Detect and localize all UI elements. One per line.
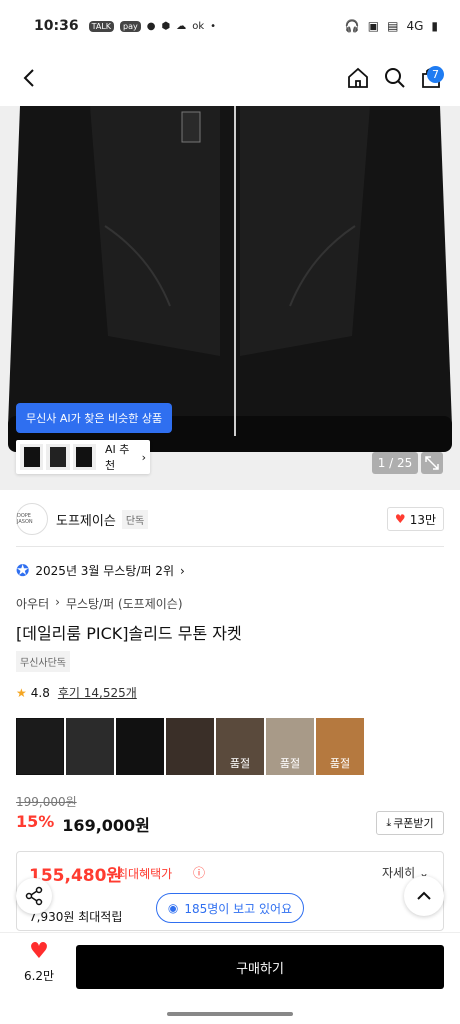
- brand-like-count: 13만: [409, 512, 436, 527]
- home-indicator: [167, 1012, 293, 1016]
- discount-rate: 15%: [16, 812, 55, 831]
- eye-icon: ◉: [167, 901, 179, 915]
- product-title: [데일리룸 PICK]솔리드 무톤 자켓: [16, 624, 242, 643]
- color-option[interactable]: [66, 718, 114, 775]
- cart-count-badge: 7: [427, 66, 444, 83]
- rank-text: 2025년 3월 무스탕/퍼 2위: [35, 564, 174, 578]
- scroll-top-button[interactable]: [404, 876, 444, 916]
- search-icon[interactable]: [383, 66, 407, 90]
- dot-icon: •: [210, 20, 217, 32]
- battery-icon: ▮: [431, 19, 438, 33]
- ai-recommend-button[interactable]: AI 추천 ›: [16, 440, 150, 474]
- wallet-icon: ●: [146, 20, 156, 32]
- home-icon[interactable]: [346, 66, 370, 90]
- ai-recommend-label: AI 추천: [105, 443, 130, 472]
- headphones-icon: 🎧: [344, 19, 360, 33]
- divider: [16, 546, 444, 547]
- musinsa-exclusive-badge: 무신사단독: [16, 651, 70, 672]
- breadcrumb: 아우터 › 무스탕/퍼 (도프제이슨): [16, 595, 183, 612]
- viewers-text: 185명이 보고 있어요: [184, 901, 293, 916]
- chevron-right-icon: ›: [55, 595, 60, 609]
- favorite-count: 6.2만: [23, 969, 55, 983]
- ranking-link[interactable]: ✪ 2025년 3월 무스탕/퍼 2위 ›: [16, 561, 185, 580]
- download-icon: ⤓: [386, 816, 392, 829]
- chevron-right-icon: ›: [179, 563, 185, 578]
- chevron-up-icon: [417, 891, 431, 900]
- rating-value: 4.8: [30, 685, 50, 700]
- max-benefit-label: 최대혜택가: [117, 867, 173, 881]
- expand-icon[interactable]: [421, 452, 443, 474]
- buy-button[interactable]: 구매하기: [76, 945, 444, 989]
- star-icon: ★: [16, 685, 27, 700]
- product-image-carousel[interactable]: 무신사 AI가 찾은 비슷한 상품 AI 추천 › 1 / 25: [0, 106, 460, 490]
- color-option[interactable]: [116, 718, 164, 775]
- color-option[interactable]: 품절: [316, 718, 364, 775]
- brand-row[interactable]: DOPE JASON 도프제이슨 단독 ♥ 13만: [16, 500, 444, 538]
- review-link[interactable]: 후기 14,525개: [58, 684, 137, 701]
- status-bar: 10:36 TALK pay ● ⬢ ☁ ok • 🎧 ▣ ▤ 4G ▮: [0, 0, 460, 52]
- image-counter: 1 / 25: [372, 452, 418, 474]
- nfc-icon: ▣: [367, 19, 380, 33]
- color-option[interactable]: 품절: [266, 718, 314, 775]
- viewers-badge: ◉ 185명이 보고 있어요: [156, 893, 304, 923]
- ai-similar-tooltip: 무신사 AI가 찾은 비슷한 상품: [16, 403, 173, 433]
- breadcrumb-item[interactable]: 아우터: [16, 595, 49, 612]
- network-label: 4G: [406, 19, 424, 33]
- info-icon[interactable]: ⓘ: [193, 864, 205, 881]
- original-price: 199,000원: [16, 795, 77, 809]
- color-options: 품절 품절 품절: [16, 718, 364, 775]
- soldout-label: 품절: [279, 757, 301, 770]
- sale-price: 169,000원: [62, 816, 150, 835]
- pay-icon: pay: [120, 20, 141, 32]
- volte-icon: ▤: [387, 19, 399, 33]
- coupon-label: 쿠폰받기: [393, 817, 434, 830]
- notification-icons: TALK pay ● ⬢ ☁ ok •: [88, 20, 217, 32]
- exclusive-badge: 단독: [121, 509, 149, 529]
- system-icons: 🎧 ▣ ▤ 4G ▮: [345, 19, 438, 33]
- heart-icon: ♥: [29, 939, 49, 964]
- share-icon: [25, 886, 43, 906]
- soldout-label: 품절: [329, 757, 351, 770]
- ai-thumb: [72, 444, 97, 470]
- leaf-icon: ☁: [176, 20, 187, 32]
- status-time: 10:36: [34, 18, 79, 34]
- favorite-button[interactable]: ♥ 6.2만: [16, 941, 62, 991]
- brand-logo[interactable]: DOPE JASON: [16, 503, 48, 535]
- ai-thumb: [20, 444, 44, 470]
- brand-name[interactable]: 도프제이슨: [56, 510, 116, 529]
- ai-thumb: [46, 444, 70, 470]
- price-row: 15% 169,000원: [16, 812, 150, 836]
- rating-row: ★ 4.8 후기 14,525개: [16, 684, 137, 701]
- share-button[interactable]: [16, 878, 52, 914]
- brand-like-button[interactable]: ♥ 13만: [386, 507, 444, 531]
- soldout-label: 품절: [229, 757, 251, 770]
- color-option[interactable]: [16, 718, 64, 775]
- color-option[interactable]: [166, 718, 214, 775]
- chevron-right-icon: ›: [141, 450, 146, 464]
- rank-badge-icon: ✪: [16, 561, 30, 580]
- coupon-button[interactable]: ⤓ 쿠폰받기: [376, 811, 444, 835]
- talk-icon: TALK: [88, 20, 115, 32]
- bottom-action-bar: ♥ 6.2만 구매하기: [0, 932, 460, 1002]
- breadcrumb-item[interactable]: 무스탕/퍼 (도프제이슨): [66, 595, 183, 612]
- heart-icon: ♥: [394, 512, 406, 526]
- ok-icon: ok: [192, 20, 205, 32]
- chevron-left-icon[interactable]: [18, 66, 42, 90]
- shield-icon: ⬢: [161, 20, 171, 32]
- top-nav: 7: [0, 52, 460, 106]
- color-option[interactable]: 품절: [216, 718, 264, 775]
